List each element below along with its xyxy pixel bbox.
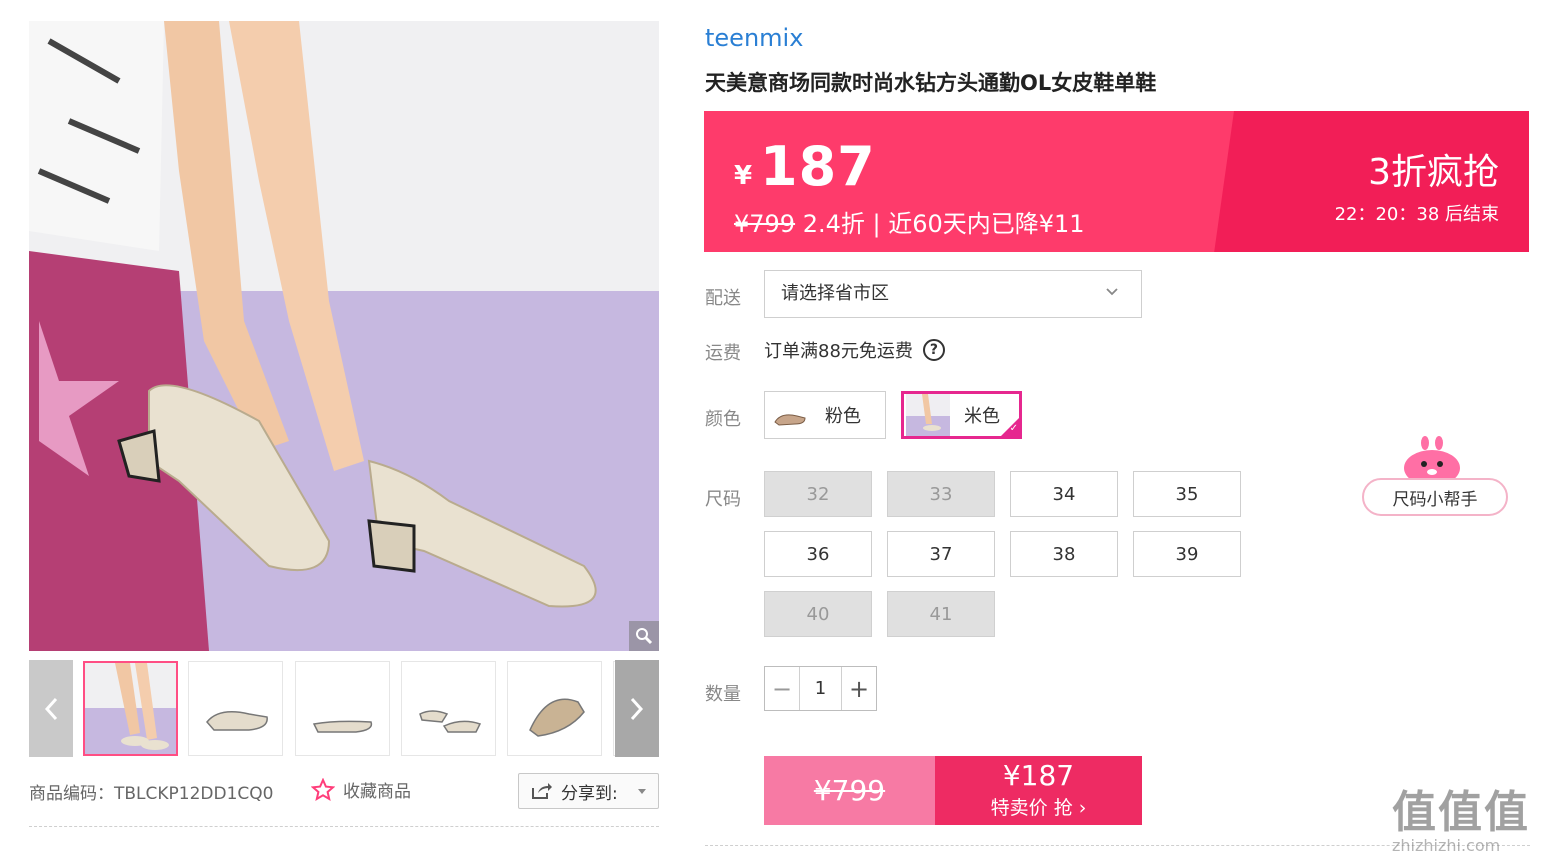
color-label: 颜色 <box>705 409 741 430</box>
price-subline: ¥799 2.4折 | 近60天内已降¥11 <box>734 204 1085 239</box>
size-option-35[interactable]: 35 <box>1133 471 1241 517</box>
currency-symbol: ¥ <box>734 161 753 191</box>
thumbnail-1[interactable] <box>83 661 178 756</box>
favorite-button[interactable]: 收藏商品 <box>311 777 411 802</box>
size-option-38[interactable]: 38 <box>1010 531 1118 577</box>
buy-original-price: ¥799 <box>764 756 935 825</box>
buy-price: ¥187 <box>1002 759 1075 792</box>
size-helper[interactable]: 尺码小帮手 <box>1362 436 1508 518</box>
price-banner: ¥ 187 ¥799 2.4折 | 近60天内已降¥11 3折疯抢 22：20：… <box>704 111 1529 252</box>
share-label: 分享到: <box>561 783 618 804</box>
thumbnail-4[interactable] <box>401 661 496 756</box>
thumbnail-2[interactable] <box>188 661 283 756</box>
thumbnail-5[interactable] <box>507 661 602 756</box>
product-code: 商品编码：TBLCKP12DD1CQ0 <box>29 784 274 804</box>
size-option-36[interactable]: 36 <box>764 531 872 577</box>
color-option-label: 粉色 <box>825 406 861 427</box>
size-option-41[interactable]: 41 <box>887 591 995 637</box>
thumbnail-image <box>529 698 585 737</box>
thumbnail-image <box>206 711 268 731</box>
current-price: 187 <box>760 135 876 198</box>
freight-info: 订单满88元免运费 ? <box>764 337 945 363</box>
buy-now-area[interactable]: ¥187 特卖价 抢 › <box>935 756 1142 825</box>
delivery-label: 配送 <box>705 288 741 309</box>
check-icon: ✓ <box>1009 423 1018 434</box>
mascot-icon <box>1404 436 1460 484</box>
size-option-39[interactable]: 39 <box>1133 531 1241 577</box>
watermark-logo: 值值值 <box>1392 787 1530 838</box>
original-price: ¥799 <box>734 210 796 238</box>
color-swatch-beige <box>906 394 950 436</box>
product-title: 天美意商场同款时尚水钻方头通勤OL女皮鞋单鞋 <box>705 71 1157 95</box>
size-option-40[interactable]: 40 <box>764 591 872 637</box>
color-option-pink[interactable]: 粉色 <box>764 391 886 439</box>
size-option-32[interactable]: 32 <box>764 471 872 517</box>
size-option-34[interactable]: 34 <box>1010 471 1118 517</box>
thumb-next-button[interactable] <box>615 660 659 757</box>
quantity-decrease-button[interactable]: − <box>765 667 799 710</box>
thumbnail-strip <box>29 660 659 757</box>
region-placeholder: 请选择省市区 <box>781 283 889 304</box>
size-label: 尺码 <box>705 489 741 510</box>
site-watermark: 值值值 zhizhizhi.com <box>1392 776 1540 858</box>
size-option-37[interactable]: 37 <box>887 531 995 577</box>
magnifier-icon <box>636 628 653 645</box>
buy-action-label: 特卖价 抢 › <box>990 797 1087 819</box>
thumbnail-image <box>312 720 373 733</box>
region-select[interactable]: 请选择省市区 <box>764 270 1142 318</box>
quantity-stepper: − 1 + <box>764 666 877 711</box>
zoom-button[interactable] <box>629 621 659 651</box>
main-product-image[interactable] <box>29 21 659 651</box>
star-icon <box>311 777 335 801</box>
help-icon[interactable]: ? <box>922 339 945 361</box>
color-option-label: 米色 <box>964 406 1000 427</box>
promo-label: 3折疯抢 <box>1368 152 1499 193</box>
buy-button[interactable]: ¥799 ¥187 特卖价 抢 › <box>764 756 1142 825</box>
favorite-label: 收藏商品 <box>343 782 411 802</box>
size-helper-button[interactable]: 尺码小帮手 <box>1362 478 1508 516</box>
product-meta-row: 商品编码：TBLCKP12DD1CQ0 收藏商品 分享到: <box>29 772 659 810</box>
thumbnail-3[interactable] <box>295 661 390 756</box>
quantity-input[interactable]: 1 <box>799 667 842 710</box>
quantity-label: 数量 <box>705 684 741 705</box>
discount-text: 2.4折 | 近60天内已降¥11 <box>795 210 1085 238</box>
thumbnail-image <box>419 710 482 733</box>
brand-name[interactable]: teenmix <box>705 24 803 52</box>
divider <box>29 826 659 827</box>
share-icon <box>532 783 552 799</box>
quantity-increase-button[interactable]: + <box>842 667 876 710</box>
product-photo <box>29 21 659 651</box>
chevron-down-icon <box>638 789 646 794</box>
countdown-timer: 22：20：38 后结束 <box>1334 204 1499 225</box>
freight-label: 运费 <box>705 343 741 364</box>
size-option-33[interactable]: 33 <box>887 471 995 517</box>
thumb-prev-button[interactable] <box>29 660 73 757</box>
color-option-beige[interactable]: 米色 ✓ <box>901 391 1022 439</box>
chevron-right-icon <box>630 697 644 720</box>
chevron-down-icon <box>1106 288 1118 296</box>
chevron-left-icon <box>44 697 58 720</box>
thumbnail-image <box>85 663 176 754</box>
share-dropdown[interactable]: 分享到: <box>518 773 659 809</box>
freight-text: 订单满88元免运费 <box>764 341 913 362</box>
color-swatch-pink <box>767 394 811 436</box>
